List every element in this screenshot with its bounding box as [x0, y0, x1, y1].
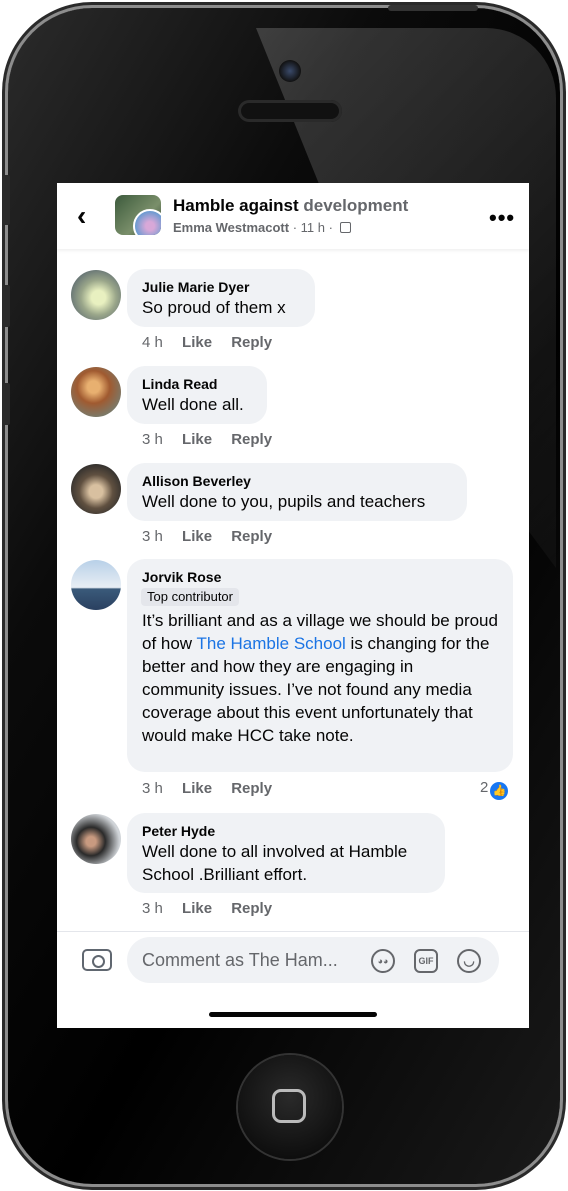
post-time: · 11 h · — [292, 220, 333, 235]
earpiece-speaker — [238, 100, 342, 122]
camera-icon[interactable] — [82, 949, 112, 971]
emoji-icon[interactable]: ◡ — [457, 949, 481, 973]
comment-composer: Comment as The Ham... ◕◕ GIF ◡ — [57, 931, 529, 1028]
like-button[interactable]: Like — [182, 780, 212, 797]
more-options-icon[interactable]: ••• — [489, 205, 515, 231]
volume-down-button — [3, 383, 10, 425]
avatar[interactable] — [71, 560, 121, 610]
avatar[interactable] — [71, 270, 121, 320]
front-camera — [279, 60, 301, 82]
comment-text: It’s brilliant and as a village we shoul… — [142, 609, 498, 747]
comment-actions: 3 h Like Reply — [142, 431, 287, 448]
comment-text: Well done to you, pupils and teachers — [142, 492, 426, 511]
reply-button[interactable]: Reply — [231, 334, 272, 351]
reply-button[interactable]: Reply — [231, 900, 272, 917]
post-header: ‹ Hamble against development Emma Westma… — [57, 183, 529, 249]
page-link[interactable]: The Hamble School — [197, 634, 346, 653]
comment-text: Well done to all involved at Hamble Scho… — [142, 842, 408, 884]
like-button[interactable]: Like — [182, 528, 212, 545]
reply-button[interactable]: Reply — [231, 431, 272, 448]
comment-bubble: Jorvik Rose Top contributor It’s brillia… — [127, 559, 513, 772]
comment-text: Well done all. — [142, 395, 244, 414]
comment-actions: 3 h Like Reply — [142, 528, 287, 545]
comment-input[interactable]: Comment as The Ham... ◕◕ GIF ◡ — [127, 937, 499, 983]
like-button[interactable]: Like — [182, 334, 212, 351]
group-privacy-icon — [339, 222, 351, 233]
group-title-main: Hamble against — [173, 196, 299, 215]
group-title[interactable]: Hamble against development — [173, 196, 408, 216]
reply-button[interactable]: Reply — [231, 528, 272, 545]
comment-time: 4 h — [142, 334, 163, 351]
app-screen: ‹ Hamble against development Emma Westma… — [57, 183, 529, 1028]
sticker-icon[interactable]: ◕◕ — [371, 949, 395, 973]
comment-author[interactable]: Jorvik Rose — [142, 568, 498, 586]
comment-author[interactable]: Linda Read — [142, 375, 252, 393]
home-button[interactable] — [238, 1055, 342, 1159]
comment-author[interactable]: Julie Marie Dyer — [142, 278, 300, 296]
reply-button[interactable]: Reply — [231, 780, 272, 797]
comment-author[interactable]: Allison Beverley — [142, 472, 452, 490]
reaction-count: 2 — [480, 779, 489, 796]
comment-time: 3 h — [142, 528, 163, 545]
home-square-icon — [272, 1089, 306, 1123]
mute-switch — [3, 175, 10, 225]
comment-time: 3 h — [142, 900, 163, 917]
home-indicator — [209, 1012, 377, 1017]
avatar[interactable] — [71, 814, 121, 864]
top-contributor-badge: Top contributor — [141, 588, 239, 606]
comment-time: 3 h — [142, 780, 163, 797]
group-avatar[interactable] — [115, 195, 161, 235]
comment-actions: 3 h Like Reply — [142, 780, 287, 797]
chevron-left-icon[interactable]: ‹ — [77, 202, 99, 230]
like-button[interactable]: Like — [182, 431, 212, 448]
comment-bubble: Peter Hyde Well done to all involved at … — [127, 813, 445, 893]
comment-text: So proud of them x — [142, 298, 286, 317]
like-button[interactable]: Like — [182, 900, 212, 917]
post-meta: Emma Westmacott · 11 h · — [173, 220, 351, 235]
reaction-summary[interactable]: 2 👍 — [480, 779, 509, 800]
comment-placeholder: Comment as The Ham... — [142, 950, 338, 970]
avatar[interactable] — [71, 367, 121, 417]
gif-icon[interactable]: GIF — [414, 949, 438, 973]
comment-bubble: Allison Beverley Well done to you, pupil… — [127, 463, 467, 521]
comment-actions: 4 h Like Reply — [142, 334, 287, 351]
post-author[interactable]: Emma Westmacott — [173, 220, 289, 235]
author-avatar-overlay — [133, 209, 161, 235]
power-button — [388, 5, 478, 11]
volume-up-button — [3, 285, 10, 327]
like-reaction-icon: 👍 — [490, 782, 509, 800]
comment-bubble: Julie Marie Dyer So proud of them x — [127, 269, 315, 327]
comment-actions: 3 h Like Reply — [142, 900, 287, 917]
comment-time: 3 h — [142, 431, 163, 448]
comment-bubble: Linda Read Well done all. — [127, 366, 267, 424]
avatar[interactable] — [71, 464, 121, 514]
comment-author[interactable]: Peter Hyde — [142, 822, 430, 840]
group-title-rest: development — [303, 196, 409, 215]
